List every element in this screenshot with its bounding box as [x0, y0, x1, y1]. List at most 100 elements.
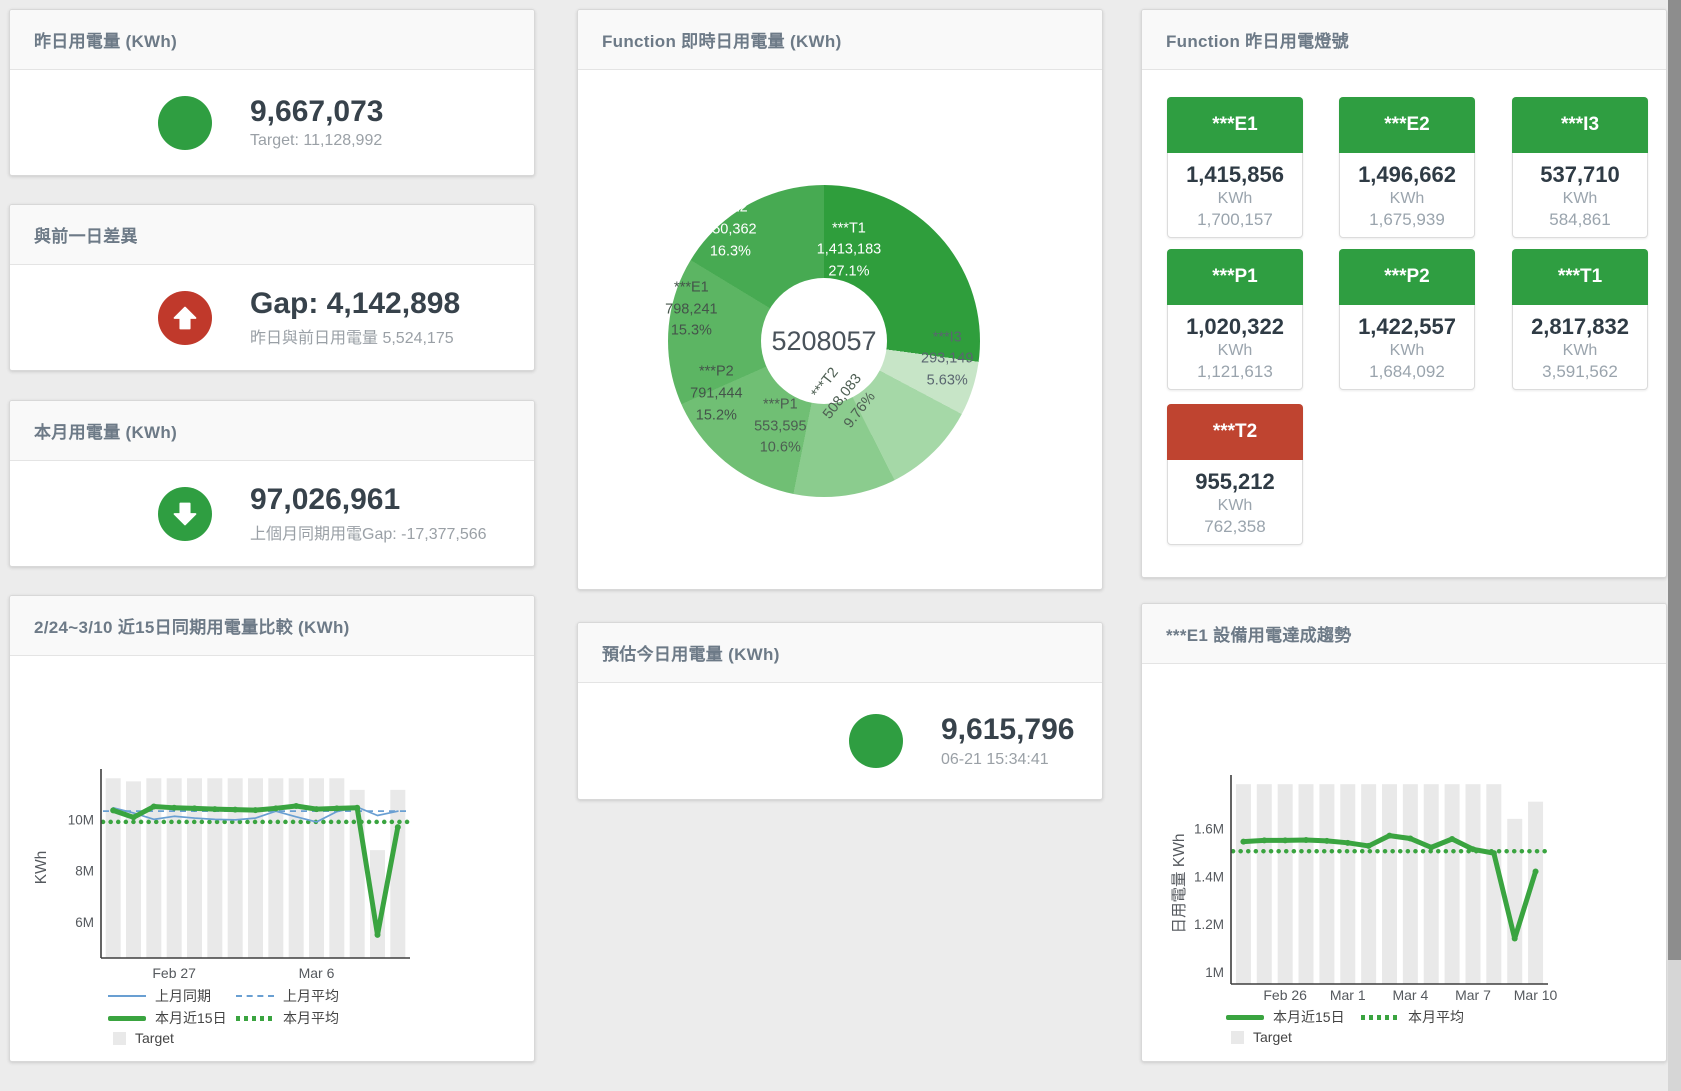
- svg-text:10M: 10M: [68, 812, 94, 827]
- legend-thick-line-swatch: [1226, 1015, 1264, 1020]
- dashboard: 昨日用電量 (KWh) 9,667,073 Target: 11,128,992…: [0, 0, 1681, 1091]
- panel-header[interactable]: 昨日用電量 (KWh): [10, 10, 534, 70]
- panel-today-estimate: 預估今日用電量 (KWh) 9,615,796 06-21 15:34:41: [577, 622, 1103, 800]
- legend-item[interactable]: 上月平均: [236, 986, 339, 1006]
- tile-target: 584,861: [1513, 210, 1647, 230]
- donut-slice-label: ***E1798,24115.3%: [665, 277, 717, 342]
- legend-label: Target: [135, 1030, 174, 1046]
- panel-title: 預估今日用電量 (KWh): [602, 640, 780, 665]
- panel-e1-trend: ***E1 設備用電達成趨勢 1M1.2M1.4M1.6MFeb 26Mar 1…: [1141, 603, 1667, 1062]
- tile-target: 1,684,092: [1340, 362, 1474, 382]
- chart-legend-row: 本月近15日 本月平均: [1226, 1007, 1464, 1027]
- legend-item[interactable]: 上月同期: [108, 986, 236, 1006]
- legend-label: 本月平均: [283, 1008, 339, 1028]
- tile-target: 1,121,613: [1168, 362, 1302, 382]
- legend-item[interactable]: 本月近15日: [108, 1008, 236, 1028]
- svg-text:Feb 26: Feb 26: [1263, 987, 1307, 1003]
- panel-header[interactable]: 與前一日差異: [10, 205, 534, 265]
- status-circle-icon: [158, 487, 212, 541]
- tile-value: 537,710: [1513, 162, 1647, 188]
- tile-unit: KWh: [1168, 497, 1302, 515]
- panel-month-usage: 本月用電量 (KWh) 97,026,961 上個月同期用電Gap: -17,3…: [9, 400, 535, 567]
- stat-value: 97,026,961: [250, 483, 487, 518]
- status-circle-icon: [158, 96, 212, 150]
- legend-label: 本月近15日: [155, 1008, 227, 1028]
- panel-realtime-donut: Function 即時日用電量 (KWh) 5208057 ***T11,413…: [577, 9, 1103, 590]
- panel-title: 與前一日差異: [34, 222, 138, 247]
- stat-value: 9,667,073: [250, 95, 383, 130]
- tile-label: ***P2: [1384, 266, 1429, 288]
- tile-header: ***T1: [1512, 249, 1648, 305]
- arrow-down-icon: [171, 500, 199, 528]
- donut-slice-label: ***P1553,59510.6%: [754, 394, 806, 459]
- panel-gap-previous-day: 與前一日差異 Gap: 4,142,898 昨日與前日用電量 5,524,175: [9, 204, 535, 371]
- tile-label: ***P1: [1212, 266, 1257, 288]
- legend-label: 上月同期: [155, 986, 211, 1006]
- legend-thick-line-swatch: [108, 1016, 146, 1021]
- panel-title: 本月用電量 (KWh): [34, 418, 177, 443]
- device-tile-e1: ***E1 1,415,856 KWh 1,700,157: [1167, 97, 1303, 238]
- svg-text:1.4M: 1.4M: [1194, 869, 1224, 884]
- device-tile-p2: ***P2 1,422,557 KWh 1,684,092: [1339, 249, 1475, 390]
- device-tile-t1: ***T1 2,817,832 KWh 3,591,562: [1512, 249, 1648, 390]
- donut-chart[interactable]: 5208057 ***T11,413,18327.1%***I3293,1495…: [668, 185, 980, 497]
- status-circle-icon: [158, 291, 212, 345]
- chart-legend-row: Target: [113, 1030, 174, 1046]
- panel-header[interactable]: Function 昨日用電燈號: [1142, 10, 1666, 70]
- panel-header[interactable]: Function 即時日用電量 (KWh): [578, 10, 1102, 70]
- stat-subtitle: 上個月同期用電Gap: -17,377,566: [250, 520, 487, 544]
- panel-15day-comparison: 2/24~3/10 近15日同期用電量比較 (KWh) 6M8M10MFeb 2…: [9, 595, 535, 1062]
- legend-square-swatch: [1231, 1031, 1244, 1044]
- tile-value: 1,422,557: [1340, 314, 1474, 340]
- svg-text:1.6M: 1.6M: [1194, 821, 1224, 836]
- tile-header: ***P2: [1339, 249, 1475, 305]
- svg-text:1M: 1M: [1205, 965, 1224, 980]
- svg-text:6M: 6M: [75, 915, 94, 930]
- tile-target: 1,675,939: [1340, 210, 1474, 230]
- panel-header[interactable]: 本月用電量 (KWh): [10, 401, 534, 461]
- panel-yesterday-lights: Function 昨日用電燈號 ***E1 1,415,856 KWh 1,70…: [1141, 9, 1667, 578]
- tile-value: 1,020,322: [1168, 314, 1302, 340]
- device-tile-e2: ***E2 1,496,662 KWh 1,675,939: [1339, 97, 1475, 238]
- donut-center-value: 5208057: [771, 326, 876, 357]
- legend-line-swatch: [108, 995, 146, 997]
- stat-subtitle: Target: 11,128,992: [250, 132, 383, 150]
- device-tile-p1: ***P1 1,020,322 KWh 1,121,613: [1167, 249, 1303, 390]
- legend-label: Target: [1253, 1029, 1292, 1045]
- chart-legend-row: 本月近15日 本月平均: [108, 1008, 339, 1028]
- device-tile-t2: ***T2 955,212 KWh 762,358: [1167, 404, 1303, 545]
- tile-value: 2,817,832: [1513, 314, 1647, 340]
- panel-title: 昨日用電量 (KWh): [34, 27, 177, 52]
- svg-text:8M: 8M: [75, 864, 94, 879]
- tile-unit: KWh: [1513, 190, 1647, 208]
- legend-item[interactable]: 本月近15日: [1226, 1007, 1361, 1027]
- tile-label: ***I3: [1561, 114, 1599, 136]
- legend-item[interactable]: 本月平均: [236, 1008, 339, 1028]
- svg-text:Mar 4: Mar 4: [1392, 987, 1428, 1003]
- tile-value: 1,415,856: [1168, 162, 1302, 188]
- panel-header[interactable]: 預估今日用電量 (KWh): [578, 623, 1102, 683]
- donut-slice-label: ***I3293,1495.63%: [921, 327, 973, 392]
- svg-text:1.2M: 1.2M: [1194, 917, 1224, 932]
- tile-target: 762,358: [1168, 517, 1302, 537]
- legend-dotted-swatch: [236, 1016, 274, 1021]
- legend-item[interactable]: 本月平均: [1361, 1007, 1464, 1027]
- legend-item[interactable]: Target: [1231, 1029, 1292, 1045]
- legend-label: 本月近15日: [1273, 1007, 1345, 1027]
- legend-item[interactable]: Target: [113, 1030, 174, 1046]
- tile-value: 955,212: [1168, 469, 1302, 495]
- scrollbar-thumb[interactable]: [1668, 0, 1681, 960]
- chart-legend-row: Target: [1231, 1029, 1292, 1045]
- scrollbar-track[interactable]: [1668, 0, 1681, 1091]
- legend-square-swatch: [113, 1032, 126, 1045]
- tile-header: ***I3: [1512, 97, 1648, 153]
- tile-header: ***E1: [1167, 97, 1303, 153]
- tile-value: 1,496,662: [1340, 162, 1474, 188]
- legend-label: 本月平均: [1408, 1007, 1464, 1027]
- svg-text:Mar 1: Mar 1: [1330, 987, 1366, 1003]
- svg-text:Mar 10: Mar 10: [1514, 987, 1558, 1003]
- tile-unit: KWh: [1340, 342, 1474, 360]
- tile-unit: KWh: [1168, 342, 1302, 360]
- panel-title: Function 昨日用電燈號: [1166, 27, 1349, 52]
- e1-trend-line-chart[interactable]: 1M1.2M1.4M1.6MFeb 26Mar 1Mar 4Mar 7Mar 1…: [1142, 604, 1667, 1062]
